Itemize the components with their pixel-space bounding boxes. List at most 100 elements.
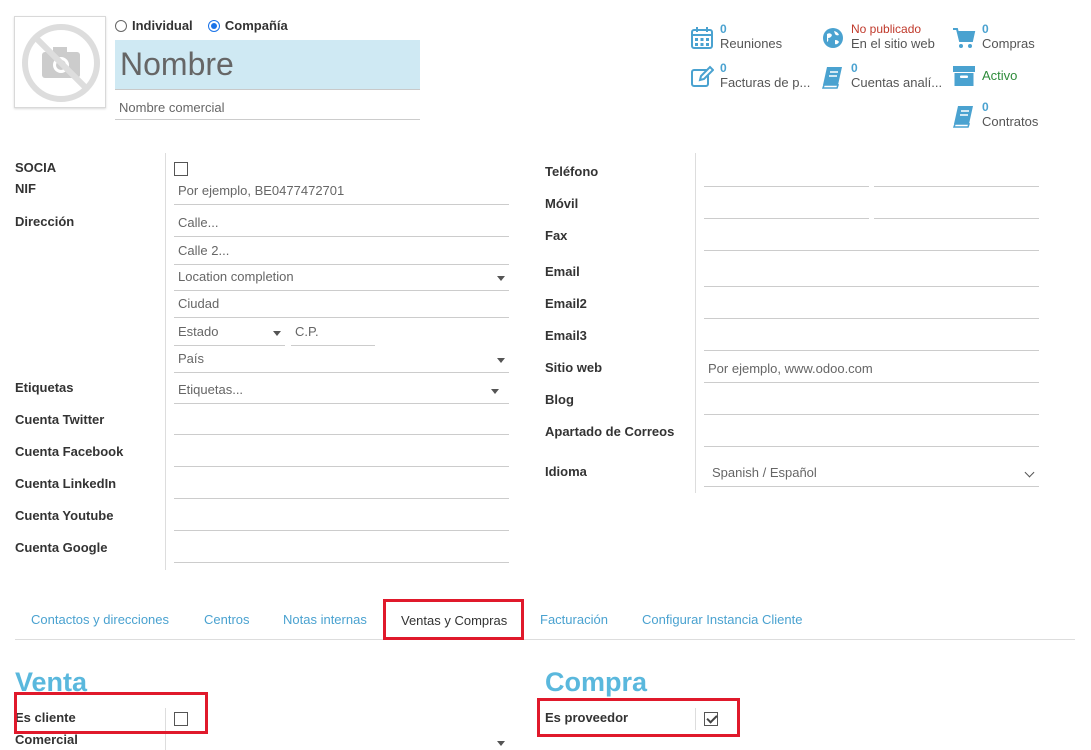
- archive-icon: [953, 66, 975, 86]
- language-label: Idioma: [545, 464, 587, 479]
- socia-checkbox[interactable]: [174, 162, 188, 176]
- book-icon: [952, 106, 973, 128]
- facebook-label: Cuenta Facebook: [15, 444, 124, 459]
- name-input[interactable]: Nombre: [115, 40, 420, 90]
- language-text: Spanish / Español: [712, 465, 817, 480]
- meetings-button[interactable]: 0 Reuniones: [690, 22, 782, 52]
- blog-label: Blog: [545, 392, 574, 407]
- po-box-input[interactable]: [704, 421, 1039, 447]
- highlight-tab-sales-purchases: [383, 599, 524, 640]
- google-input[interactable]: [174, 537, 509, 563]
- shopping-cart-icon: [953, 28, 976, 48]
- mobile-extra-input[interactable]: [874, 193, 1039, 219]
- active-status: Activo: [982, 68, 1018, 83]
- state-select[interactable]: Estado: [174, 320, 285, 346]
- mobile-label: Móvil: [545, 196, 579, 211]
- nif-input[interactable]: Por ejemplo, BE0477472701: [174, 179, 509, 205]
- phone-label: Teléfono: [545, 164, 599, 179]
- tab-invoicing[interactable]: Facturación: [540, 612, 608, 627]
- email-label: Email: [545, 264, 580, 279]
- fax-input[interactable]: [704, 225, 1039, 251]
- email2-input[interactable]: [704, 293, 1039, 319]
- tab-centers[interactable]: Centros: [204, 612, 250, 627]
- socia-label: SOCIA: [15, 160, 57, 175]
- email2-label: Email2: [545, 296, 587, 311]
- highlight-is-supplier: [537, 698, 740, 737]
- youtube-label: Cuenta Youtube: [15, 508, 114, 523]
- zip-input[interactable]: C.P.: [291, 320, 375, 346]
- street-input[interactable]: Calle...: [174, 211, 509, 237]
- state-text: Estado: [178, 324, 219, 339]
- edit-icon: [691, 65, 714, 87]
- highlight-is-customer: [14, 692, 208, 734]
- caret-down-icon: [497, 741, 505, 746]
- email-input[interactable]: [704, 261, 1039, 287]
- trade-name-input[interactable]: Nombre comercial: [115, 96, 420, 120]
- tags-text: Etiquetas...: [178, 382, 244, 397]
- youtube-input[interactable]: [174, 505, 509, 531]
- salesperson-label: Comercial: [15, 732, 78, 747]
- vendor-bills-count: 0: [720, 61, 727, 75]
- website-input[interactable]: Por ejemplo, www.odoo.com: [704, 357, 1039, 383]
- meetings-label: Reuniones: [720, 36, 783, 51]
- fax-label: Fax: [545, 228, 568, 243]
- tags-label: Etiquetas: [15, 380, 74, 395]
- chevron-down-icon: [1024, 467, 1035, 478]
- linkedin-label: Cuenta LinkedIn: [15, 476, 117, 491]
- address-label: Dirección: [15, 214, 75, 229]
- book-icon: [821, 67, 842, 89]
- radio-company[interactable]: [207, 19, 220, 32]
- website-status: No publicado: [851, 22, 922, 36]
- caret-down-icon: [497, 276, 505, 281]
- analytic-accounts-count: 0: [851, 61, 858, 75]
- radio-individual[interactable]: [115, 19, 127, 32]
- twitter-label: Cuenta Twitter: [15, 412, 105, 427]
- contracts-button[interactable]: 0 Contratos: [952, 100, 1038, 130]
- language-select[interactable]: Spanish / Español: [704, 461, 1039, 487]
- tab-internal-notes[interactable]: Notas internas: [283, 612, 367, 627]
- globe-icon: [823, 28, 843, 48]
- no-photo-icon: [22, 24, 100, 102]
- vendor-bills-button[interactable]: 0 Facturas de p...: [690, 61, 810, 91]
- caret-down-icon: [273, 331, 281, 336]
- right-column-separator: [695, 153, 696, 493]
- website-label: En el sitio web: [851, 36, 935, 51]
- facebook-input[interactable]: [174, 441, 509, 467]
- caret-down-icon: [491, 389, 499, 394]
- contracts-label: Contratos: [982, 114, 1039, 129]
- email3-input[interactable]: [704, 325, 1039, 351]
- website-label: Sitio web: [545, 360, 603, 375]
- email3-label: Email3: [545, 328, 587, 343]
- purchases-count: 0: [982, 22, 989, 36]
- twitter-input[interactable]: [174, 409, 509, 435]
- purchases-button[interactable]: 0 Compras: [952, 22, 1035, 52]
- location-completion-select[interactable]: Location completion: [174, 265, 509, 291]
- website-publish-button[interactable]: No publicado En el sitio web: [821, 22, 935, 52]
- purchases-label: Compras: [982, 36, 1035, 51]
- blog-input[interactable]: [704, 389, 1039, 415]
- tags-select[interactable]: Etiquetas...: [174, 378, 509, 404]
- nif-label: NIF: [15, 181, 36, 196]
- meetings-count: 0: [720, 22, 727, 36]
- tab-contacts-addresses[interactable]: Contactos y direcciones: [31, 612, 169, 627]
- avatar[interactable]: [14, 16, 106, 108]
- individual-label: Individual: [132, 18, 193, 34]
- city-input[interactable]: Ciudad: [174, 292, 509, 318]
- company-type-selector: Individual Compañía: [115, 17, 288, 33]
- vendor-bills-label: Facturas de p...: [720, 75, 811, 90]
- linkedin-input[interactable]: [174, 473, 509, 499]
- tab-configure-client-instance[interactable]: Configurar Instancia Cliente: [642, 612, 802, 627]
- country-text: País: [178, 351, 205, 366]
- country-select[interactable]: País: [174, 347, 509, 373]
- left-column-separator: [165, 153, 166, 570]
- active-toggle-button[interactable]: Activo: [952, 64, 1017, 88]
- street2-input[interactable]: Calle 2...: [174, 239, 509, 265]
- google-label: Cuenta Google: [15, 540, 108, 555]
- analytic-accounts-label: Cuentas analí...: [851, 75, 943, 90]
- analytic-accounts-button[interactable]: 0 Cuentas analí...: [821, 61, 942, 91]
- phone-extra-input[interactable]: [874, 161, 1039, 187]
- po-box-label: Apartado de Correos: [545, 424, 675, 439]
- phone-input[interactable]: [704, 161, 869, 187]
- mobile-input[interactable]: [704, 193, 869, 219]
- purchase-section-title: Compra: [545, 667, 648, 697]
